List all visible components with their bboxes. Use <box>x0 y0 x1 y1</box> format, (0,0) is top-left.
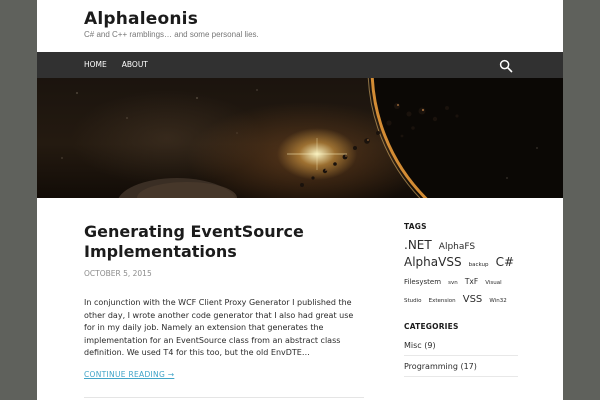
post-divider <box>84 396 364 398</box>
site-header: Alphaleonis C# and C++ ramblings… and so… <box>37 0 563 52</box>
tag-link[interactable]: backup <box>469 262 489 268</box>
category-item: Misc (9) <box>404 338 518 356</box>
continue-reading-link[interactable]: Continue reading → <box>84 370 174 379</box>
tag-link[interactable]: .NET <box>404 238 432 252</box>
tag-link[interactable]: svn <box>448 280 458 286</box>
category-item: Programming (17) <box>404 359 518 377</box>
tag-link[interactable]: VSS <box>463 294 483 305</box>
sidebar: Tags .NET AlphaFS AlphaVSS backup C# Fil… <box>404 222 518 380</box>
category-link-programming[interactable]: Programming <box>404 362 458 371</box>
search-icon[interactable] <box>499 58 513 73</box>
tag-link[interactable]: TxF <box>465 277 478 286</box>
tag-link[interactable]: AlphaFS <box>439 242 475 252</box>
nav-item-about[interactable]: About <box>122 52 163 78</box>
primary-navigation: Home About <box>37 52 563 78</box>
post-summary: In conjunction with the WCF Client Proxy… <box>84 298 354 357</box>
header-image <box>37 78 563 198</box>
site-title[interactable]: Alphaleonis <box>84 9 198 29</box>
tag-link[interactable]: Filesystem <box>404 278 441 286</box>
nav-item-home[interactable]: Home <box>84 52 122 78</box>
tag-link[interactable]: Extension <box>429 298 456 304</box>
tag-link[interactable]: AlphaVSS <box>404 255 462 269</box>
category-count: (17) <box>460 362 477 371</box>
category-link-misc[interactable]: Misc <box>404 341 422 350</box>
categories-widget-title: Categories <box>404 322 459 331</box>
tag-link[interactable]: Win32 <box>489 298 506 304</box>
nav-menu: Home About <box>84 52 163 78</box>
post-article: Generating EventSource Implementations O… <box>84 222 364 398</box>
tag-cloud: .NET AlphaFS AlphaVSS backup C# Filesyst… <box>404 237 518 308</box>
category-count: (9) <box>424 341 436 350</box>
post-title[interactable]: Generating EventSource Implementations <box>84 222 364 261</box>
tags-widget-title: Tags <box>404 222 427 231</box>
post-date[interactable]: October 5, 2015 <box>84 269 152 278</box>
page-container: Alphaleonis C# and C++ ramblings… and so… <box>37 0 563 400</box>
content-area: Generating EventSource Implementations O… <box>37 198 563 398</box>
tag-link[interactable]: C# <box>496 255 514 269</box>
category-list: Misc (9) Programming (17) <box>404 338 518 377</box>
site-description: C# and C++ ramblings… and some personal … <box>84 30 259 39</box>
